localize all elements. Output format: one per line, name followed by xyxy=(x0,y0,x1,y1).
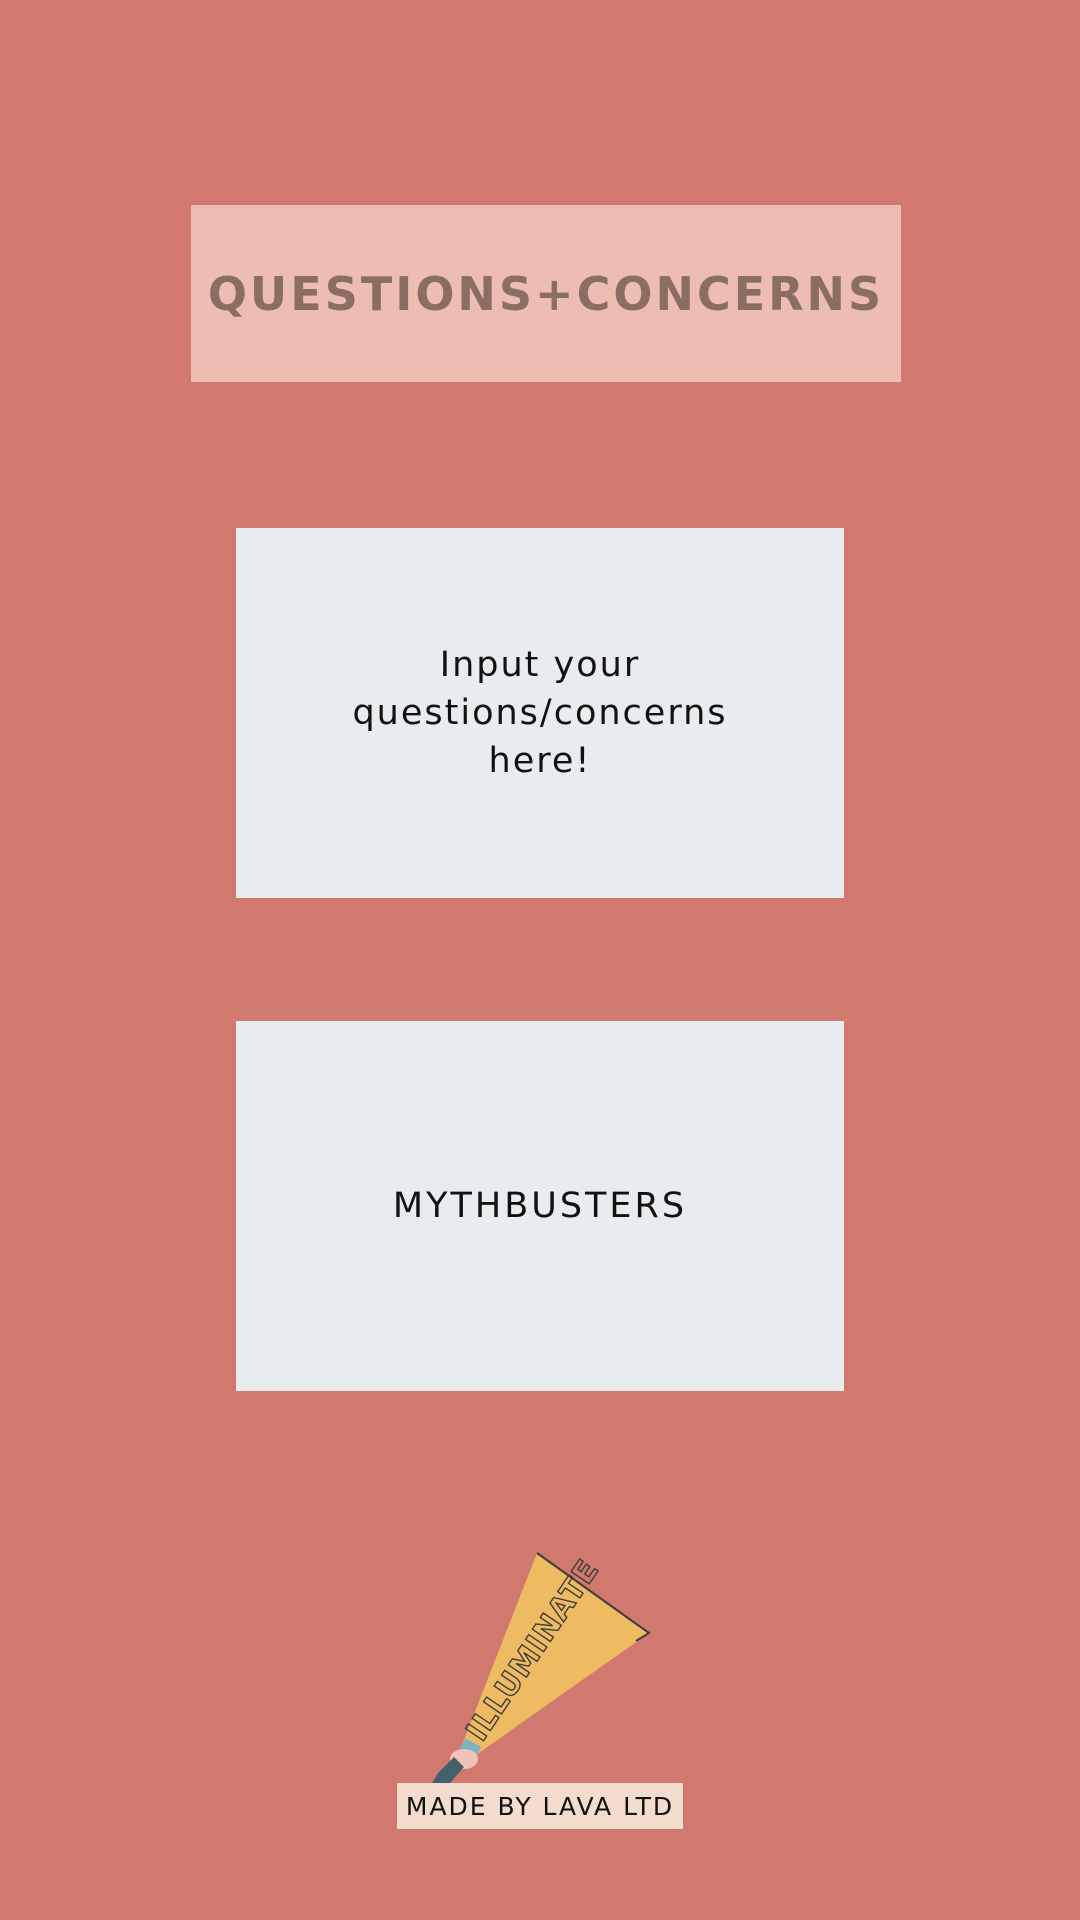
input-questions-label: Input your questions/concerns here! xyxy=(352,645,728,781)
mythbusters-label: MYTHBUSTERS xyxy=(392,1186,688,1226)
page-title: QUESTIONS+CONCERNS xyxy=(207,266,885,321)
footer-credit: MADE BY LAVA LTD xyxy=(397,1783,683,1829)
header-banner: QUESTIONS+CONCERNS xyxy=(191,205,901,382)
footer-credit-label: MADE BY LAVA LTD xyxy=(405,1791,675,1821)
mythbusters-card[interactable]: MYTHBUSTERS xyxy=(236,1021,844,1391)
megaphone-icon: ILLUMINATE xyxy=(432,1552,651,1783)
input-questions-card[interactable]: Input your questions/concerns here! xyxy=(236,528,844,898)
